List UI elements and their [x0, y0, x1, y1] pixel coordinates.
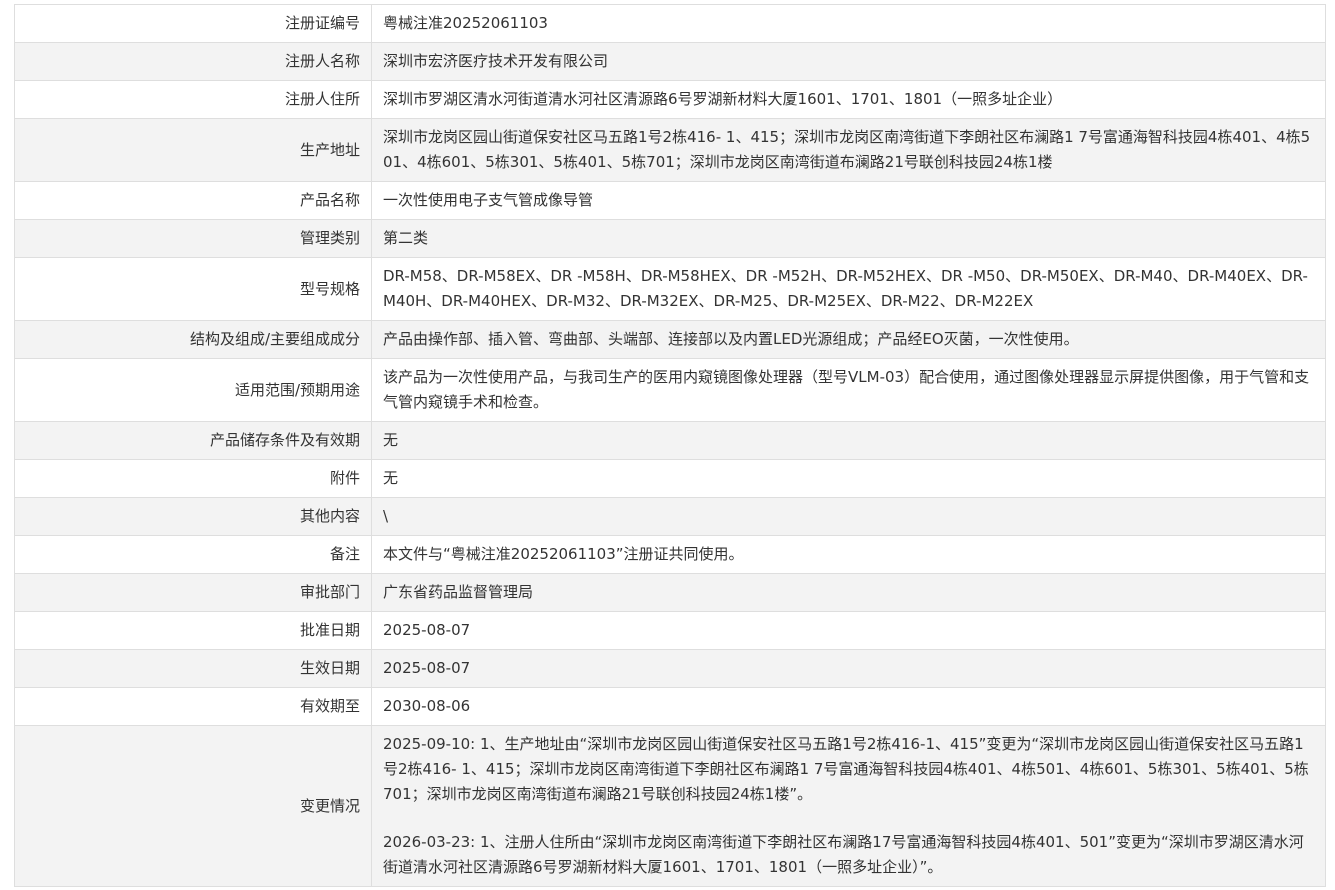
table-row: 结构及组成/主要组成成分 产品由操作部、插入管、弯曲部、头端部、连接部以及内置L…: [14, 320, 1326, 359]
table-row: 生效日期 2025-08-07: [14, 649, 1326, 688]
change-entry-spacer: [383, 807, 1313, 830]
field-label-valid-until: 有效期至: [14, 687, 372, 726]
registration-detail-panel: 注册证编号 粤械注准20252061103 注册人名称 深圳市宏济医疗技术开发有…: [14, 4, 1326, 887]
field-label-production-address: 生产地址: [14, 118, 372, 182]
change-entry: 2026-03-23: 1、注册人住所由“深圳市龙岗区南湾街道下李朗社区布澜路1…: [383, 833, 1304, 876]
field-label-storage-validity: 产品储存条件及有效期: [14, 421, 372, 460]
field-value-attachment: 无: [371, 459, 1326, 498]
field-label-product-name: 产品名称: [14, 181, 372, 220]
table-row: 管理类别 第二类: [14, 219, 1326, 258]
table-row: 适用范围/预期用途 该产品为一次性使用产品，与我司生产的医用内窥镜图像处理器（型…: [14, 358, 1326, 422]
table-row: 审批部门 广东省药品监督管理局: [14, 573, 1326, 612]
field-value-valid-until: 2030-08-06: [371, 687, 1326, 726]
change-entry: 2025-09-10: 1、生产地址由“深圳市龙岗区园山街道保安社区马五路1号2…: [383, 735, 1309, 803]
field-value-remarks: 本文件与“粤械注准20252061103”注册证共同使用。: [371, 535, 1326, 574]
field-value-registrant-address: 深圳市罗湖区清水河街道清水河社区清源路6号罗湖新材料大厦1601、1701、18…: [371, 80, 1326, 119]
field-label-registrant-address: 注册人住所: [14, 80, 372, 119]
table-row: 批准日期 2025-08-07: [14, 611, 1326, 650]
field-value-model-spec: DR-M58、DR-M58EX、DR -M58H、DR-M58HEX、DR -M…: [371, 257, 1326, 321]
table-row: 注册人住所 深圳市罗湖区清水河街道清水河社区清源路6号罗湖新材料大厦1601、1…: [14, 80, 1326, 119]
field-value-other-content: \: [371, 497, 1326, 536]
table-row: 产品名称 一次性使用电子支气管成像导管: [14, 181, 1326, 220]
table-row: 型号规格 DR-M58、DR-M58EX、DR -M58H、DR-M58HEX、…: [14, 257, 1326, 321]
field-label-approval-department: 审批部门: [14, 573, 372, 612]
field-value-management-class: 第二类: [371, 219, 1326, 258]
field-value-change-history: 2025-09-10: 1、生产地址由“深圳市龙岗区园山街道保安社区马五路1号2…: [371, 725, 1326, 887]
field-value-structure-composition: 产品由操作部、插入管、弯曲部、头端部、连接部以及内置LED光源组成；产品经EO灭…: [371, 320, 1326, 359]
table-row: 备注 本文件与“粤械注准20252061103”注册证共同使用。: [14, 535, 1326, 574]
field-label-other-content: 其他内容: [14, 497, 372, 536]
field-value-registration-number: 粤械注准20252061103: [371, 4, 1326, 43]
field-label-change-history: 变更情况: [14, 725, 372, 887]
field-value-production-address: 深圳市龙岗区园山街道保安社区马五路1号2栋416- 1、415；深圳市龙岗区南湾…: [371, 118, 1326, 182]
field-value-registrant-name: 深圳市宏济医疗技术开发有限公司: [371, 42, 1326, 81]
field-label-structure-composition: 结构及组成/主要组成成分: [14, 320, 372, 359]
field-label-management-class: 管理类别: [14, 219, 372, 258]
field-label-remarks: 备注: [14, 535, 372, 574]
table-row: 注册证编号 粤械注准20252061103: [14, 4, 1326, 43]
table-row: 产品储存条件及有效期 无: [14, 421, 1326, 460]
field-label-registrant-name: 注册人名称: [14, 42, 372, 81]
table-row: 变更情况 2025-09-10: 1、生产地址由“深圳市龙岗区园山街道保安社区马…: [14, 725, 1326, 887]
field-value-intended-use: 该产品为一次性使用产品，与我司生产的医用内窥镜图像处理器（型号VLM-03）配合…: [371, 358, 1326, 422]
field-label-registration-number: 注册证编号: [14, 4, 372, 43]
registration-info-table: 注册证编号 粤械注准20252061103 注册人名称 深圳市宏济医疗技术开发有…: [14, 4, 1326, 887]
table-row: 其他内容 \: [14, 497, 1326, 536]
field-value-effective-date: 2025-08-07: [371, 649, 1326, 688]
field-label-approval-date: 批准日期: [14, 611, 372, 650]
table-row: 附件 无: [14, 459, 1326, 498]
field-value-storage-validity: 无: [371, 421, 1326, 460]
table-row: 有效期至 2030-08-06: [14, 687, 1326, 726]
table-row: 生产地址 深圳市龙岗区园山街道保安社区马五路1号2栋416- 1、415；深圳市…: [14, 118, 1326, 182]
field-value-approval-department: 广东省药品监督管理局: [371, 573, 1326, 612]
field-label-model-spec: 型号规格: [14, 257, 372, 321]
field-value-approval-date: 2025-08-07: [371, 611, 1326, 650]
field-label-intended-use: 适用范围/预期用途: [14, 358, 372, 422]
field-value-product-name: 一次性使用电子支气管成像导管: [371, 181, 1326, 220]
field-label-effective-date: 生效日期: [14, 649, 372, 688]
table-row: 注册人名称 深圳市宏济医疗技术开发有限公司: [14, 42, 1326, 81]
field-label-attachment: 附件: [14, 459, 372, 498]
